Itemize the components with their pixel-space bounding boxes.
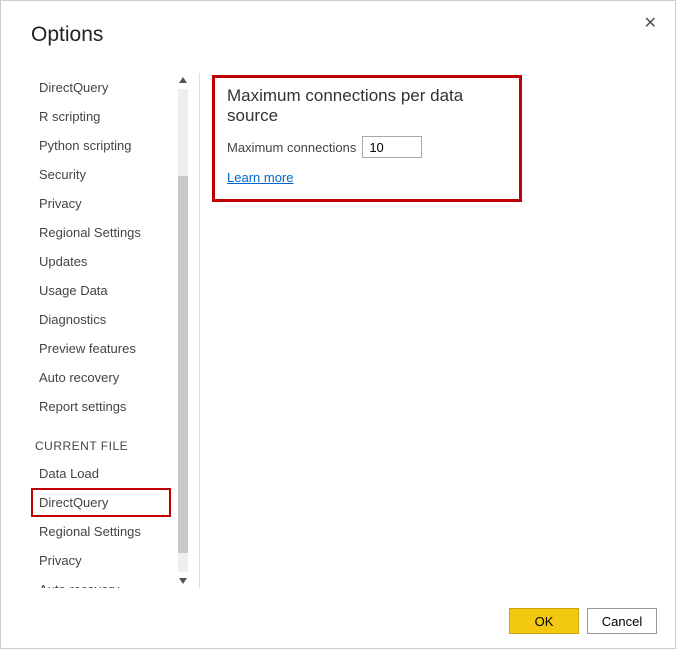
scroll-up-icon[interactable] <box>176 73 190 87</box>
max-connections-label: Maximum connections <box>227 140 356 155</box>
sidebar-scrollbar[interactable] <box>175 73 191 588</box>
sidebar-item-diagnostics[interactable]: Diagnostics <box>31 305 171 334</box>
learn-more-link[interactable]: Learn more <box>227 170 293 185</box>
sidebar-item-data-load[interactable]: Data Load <box>31 459 171 488</box>
sidebar-item-regional-file[interactable]: Regional Settings <box>31 517 171 546</box>
scroll-track[interactable] <box>178 89 188 572</box>
sidebar-item-updates[interactable]: Updates <box>31 247 171 276</box>
dialog-title: Options <box>1 1 675 47</box>
content-panel: Maximum connections per data source Maxi… <box>212 73 655 588</box>
scroll-thumb[interactable] <box>178 176 188 553</box>
cancel-button[interactable]: Cancel <box>587 608 657 634</box>
ok-button[interactable]: OK <box>509 608 579 634</box>
close-icon: ✕ <box>644 15 657 32</box>
sidebar-item-auto-recovery-global[interactable]: Auto recovery <box>31 363 171 392</box>
sidebar-item-auto-recovery-file[interactable]: Auto recovery <box>31 575 171 588</box>
sidebar-item-r-scripting[interactable]: R scripting <box>31 102 171 131</box>
content-heading: Maximum connections per data source <box>227 86 507 126</box>
sidebar-item-directquery-file[interactable]: DirectQuery <box>31 488 171 517</box>
scroll-down-icon[interactable] <box>176 574 190 588</box>
sidebar-item-privacy-file[interactable]: Privacy <box>31 546 171 575</box>
options-dialog: ✕ Options DirectQuery R scripting Python… <box>0 0 676 649</box>
sidebar-item-security[interactable]: Security <box>31 160 171 189</box>
sidebar-section-current-file: CURRENT FILE <box>31 421 171 459</box>
sidebar-item-directquery-global[interactable]: DirectQuery <box>31 73 171 102</box>
sidebar-item-usage-data[interactable]: Usage Data <box>31 276 171 305</box>
sidebar-item-python-scripting[interactable]: Python scripting <box>31 131 171 160</box>
sidebar-item-preview-features[interactable]: Preview features <box>31 334 171 363</box>
sidebar-item-privacy-global[interactable]: Privacy <box>31 189 171 218</box>
highlight-box: Maximum connections per data source Maxi… <box>212 75 522 202</box>
sidebar-item-regional-global[interactable]: Regional Settings <box>31 218 171 247</box>
sidebar-item-report-settings[interactable]: Report settings <box>31 392 171 421</box>
close-button[interactable]: ✕ <box>636 9 665 37</box>
sidebar: DirectQuery R scripting Python scripting… <box>31 73 171 588</box>
max-connections-input[interactable] <box>362 136 422 158</box>
vertical-divider <box>199 73 200 588</box>
